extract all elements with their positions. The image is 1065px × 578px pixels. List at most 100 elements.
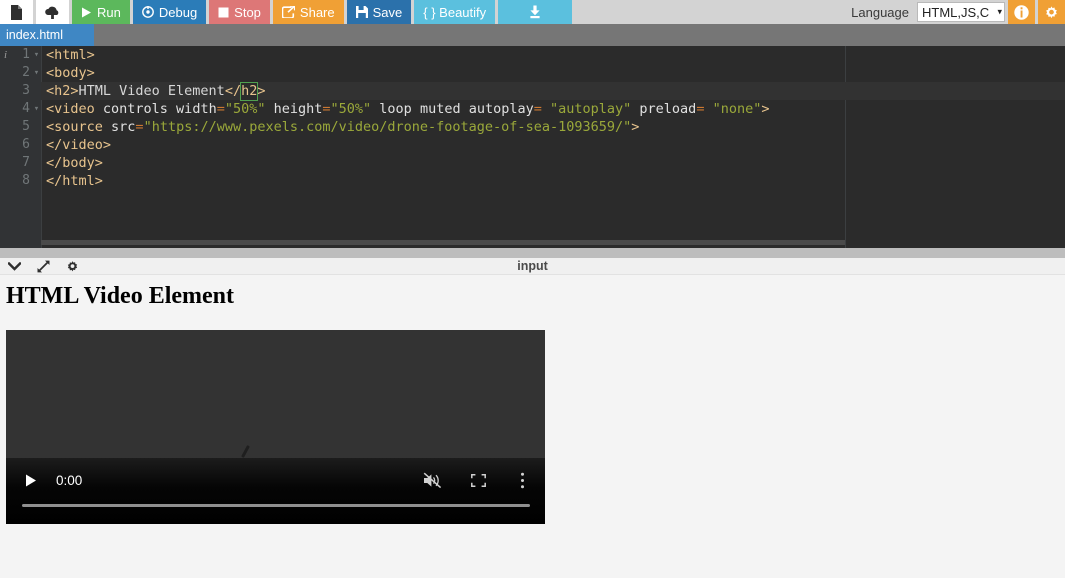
code-line-text: </body> <box>41 155 103 171</box>
code-editor[interactable]: i 1 ▾ <html> 2 ▾ <body> 3 <h2>HTML Video Element… <box>0 46 1065 248</box>
debug-button-label: Debug <box>158 4 198 20</box>
collapse-panel-button[interactable] <box>8 262 21 271</box>
output-toolbar-icons <box>8 258 79 275</box>
code-token: <h2> <box>46 83 79 99</box>
output-toolbar: input <box>0 258 1065 275</box>
language-select[interactable]: HTML,JS,C ▾ <box>917 2 1005 22</box>
code-token: = <box>135 119 144 135</box>
code-line[interactable]: 5 <source src="https://www.pexels.com/vid… <box>22 118 1065 136</box>
share-button[interactable]: Share <box>272 0 344 24</box>
run-button[interactable]: Run <box>72 0 130 24</box>
video-controls-row: 0:00 <box>6 468 545 492</box>
line-number: 4 <box>22 101 30 116</box>
code-line[interactable]: i 1 ▾ <html> <box>4 46 1065 64</box>
download-button[interactable] <box>498 0 573 24</box>
video-play-button[interactable] <box>24 473 38 487</box>
info-button[interactable] <box>1008 0 1035 24</box>
run-button-label: Run <box>97 4 121 20</box>
code-line[interactable]: 7 </body> <box>22 154 1065 172</box>
line-number: 2 <box>22 65 30 80</box>
stop-square-icon <box>218 7 229 17</box>
code-token: "https://www.pexels.com/video/drone-foot… <box>143 119 632 135</box>
code-lines-container[interactable]: i 1 ▾ <html> 2 ▾ <body> 3 <h2>HTML Video Element… <box>4 46 1065 248</box>
code-token: > <box>761 101 770 117</box>
code-token: height <box>265 101 323 117</box>
new-file-button[interactable] <box>0 0 33 24</box>
share-external-icon <box>281 6 295 18</box>
beautify-button[interactable]: { } Beautify <box>414 0 496 24</box>
code-token: </html> <box>46 173 103 189</box>
cloud-upload-icon <box>45 6 59 19</box>
expand-diagonal-icon <box>37 260 50 273</box>
tab-index-html[interactable]: index.html <box>0 24 94 46</box>
stop-button[interactable]: Stop <box>209 0 270 24</box>
code-fold-toggle-icon[interactable]: ▾ <box>32 100 41 118</box>
floppy-disk-icon <box>355 6 368 18</box>
code-token: <body> <box>46 65 95 81</box>
upload-button[interactable] <box>36 0 69 24</box>
code-line-text: </video> <box>41 137 111 153</box>
code-line-text: <html> <box>41 47 95 63</box>
toolbar-right-group: Language HTML,JS,C ▾ <box>843 0 1065 24</box>
preview-pane: HTML Video Element 0:00 <box>0 275 1065 578</box>
code-line[interactable]: 2 ▾ <body> <box>22 64 1065 82</box>
code-token: = <box>216 101 225 117</box>
more-vertical-icon <box>520 472 524 488</box>
editor-horizontal-scrollbar[interactable] <box>41 240 845 245</box>
code-token: "none" <box>704 101 762 117</box>
video-mute-button[interactable] <box>419 469 445 491</box>
panel-divider[interactable] <box>0 248 1065 258</box>
code-line-text: <h2>HTML Video Element</h2> <box>41 82 266 101</box>
video-current-time: 0:00 <box>56 472 83 488</box>
code-line[interactable]: 8 </html> <box>22 172 1065 190</box>
settings-button[interactable] <box>1038 0 1065 24</box>
download-icon <box>530 5 540 19</box>
preview-heading: HTML Video Element <box>6 283 234 309</box>
code-token: <source <box>46 119 103 135</box>
stop-button-label: Stop <box>234 4 261 20</box>
share-button-label: Share <box>299 4 335 20</box>
code-token: </body> <box>46 155 103 171</box>
code-line-text: </html> <box>41 173 103 189</box>
line-number: 6 <box>22 137 30 152</box>
output-settings-button[interactable] <box>66 260 79 273</box>
language-label: Language <box>851 4 909 20</box>
video-more-options-button[interactable] <box>509 469 535 491</box>
code-token: preload <box>631 101 697 117</box>
line-number: 3 <box>22 83 30 98</box>
line-number: 8 <box>22 173 30 188</box>
language-select-value: HTML,JS,C <box>922 4 990 20</box>
main-toolbar: Run Debug Stop Share Save { } Beautify L… <box>0 0 1065 24</box>
code-token: > <box>257 83 266 99</box>
code-fold-toggle-icon[interactable]: ▾ <box>32 46 41 64</box>
save-button-label: Save <box>372 4 403 20</box>
code-line[interactable]: 4 ▾ <video controls width="50%" height="50… <box>22 100 1065 118</box>
line-number: 5 <box>22 119 30 134</box>
info-circle-icon <box>1014 4 1029 20</box>
code-fold-toggle-icon[interactable]: ▾ <box>32 64 41 82</box>
debug-button[interactable]: Debug <box>132 0 207 24</box>
code-token: src <box>102 119 136 135</box>
matching-tag-highlight: h2 <box>240 82 259 101</box>
code-token: "50%" <box>330 101 372 117</box>
play-icon <box>26 474 36 486</box>
gear-icon <box>1046 5 1057 18</box>
code-token: = <box>322 101 331 117</box>
code-line-text: <source src="https://www.pexels.com/vide… <box>41 119 639 135</box>
save-button[interactable]: Save <box>346 0 412 24</box>
code-line[interactable]: 6 </video> <box>22 136 1065 154</box>
video-progress-bar[interactable] <box>22 503 530 507</box>
code-token: > <box>631 119 640 135</box>
tab-label: index.html <box>6 28 63 42</box>
code-token: </ <box>224 83 242 99</box>
code-token: </video> <box>46 137 112 153</box>
video-fullscreen-button[interactable] <box>465 469 491 491</box>
code-line[interactable]: 3 <h2>HTML Video Element</h2> <box>22 82 1065 101</box>
video-player[interactable]: 0:00 <box>6 330 545 524</box>
play-icon <box>82 7 91 17</box>
chevron-down-icon <box>8 262 21 271</box>
code-token: = <box>533 101 542 117</box>
line-number: 1 <box>22 47 30 62</box>
debug-target-icon <box>141 6 154 18</box>
expand-panel-button[interactable] <box>37 260 50 273</box>
